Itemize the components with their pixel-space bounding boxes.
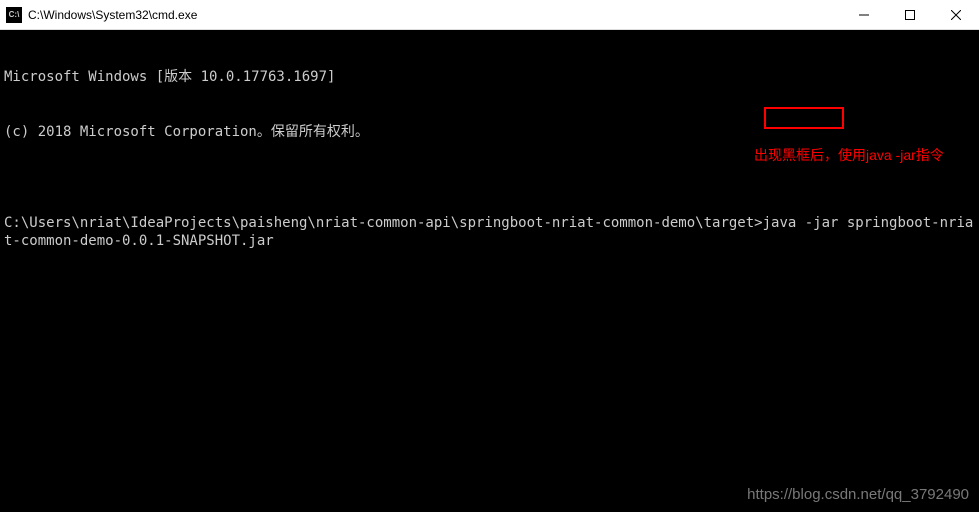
cmd-icon: C:\ bbox=[6, 7, 22, 23]
window-title: C:\Windows\System32\cmd.exe bbox=[28, 8, 841, 22]
terminal-output-line: (c) 2018 Microsoft Corporation。保留所有权利。 bbox=[4, 123, 975, 141]
terminal-output-line: Microsoft Windows [版本 10.0.17763.1697] bbox=[4, 68, 975, 86]
window-controls bbox=[841, 0, 979, 29]
terminal-command-line: C:\Users\nriat\IdeaProjects\paisheng\nri… bbox=[4, 214, 975, 250]
prompt-text: C:\Users\nriat\IdeaProjects\paisheng\nri… bbox=[4, 215, 763, 231]
close-button[interactable] bbox=[933, 0, 979, 29]
minimize-button[interactable] bbox=[841, 0, 887, 29]
titlebar[interactable]: C:\ C:\Windows\System32\cmd.exe bbox=[0, 0, 979, 30]
annotation-text: 出现黑框后，使用java -jar指令 bbox=[754, 146, 944, 164]
cmd-window: C:\ C:\Windows\System32\cmd.exe Microsof… bbox=[0, 0, 979, 512]
watermark-text: https://blog.csdn.net/qq_3792490 bbox=[747, 485, 969, 505]
maximize-button[interactable] bbox=[887, 0, 933, 29]
terminal-area[interactable]: Microsoft Windows [版本 10.0.17763.1697] (… bbox=[0, 30, 979, 512]
